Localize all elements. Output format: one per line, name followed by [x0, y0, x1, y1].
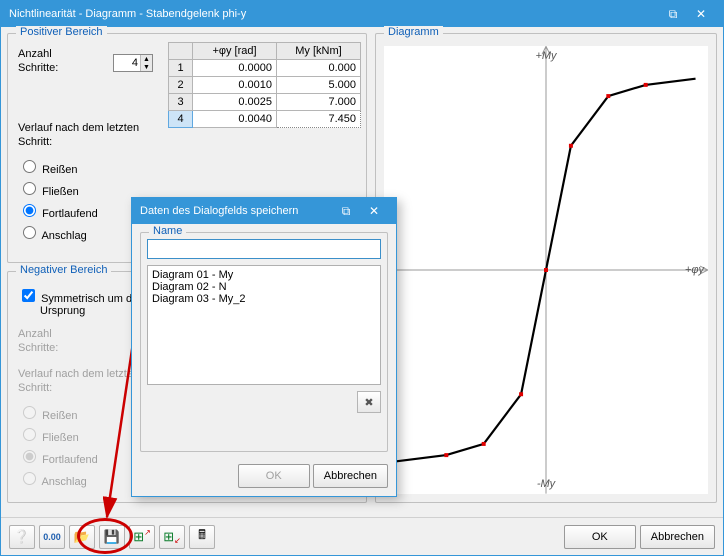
negative-legend: Negativer Bereich — [16, 264, 111, 276]
radio-reissen[interactable]: Reißen — [18, 157, 98, 176]
format-button[interactable]: 0.00 — [39, 525, 65, 549]
list-item[interactable]: Diagram 02 - N — [152, 281, 376, 293]
radio-fliessen-neg: Fließen — [18, 425, 98, 444]
verlauf-neg-1: Verlauf nach dem letzten — [18, 368, 139, 380]
dialog-name-list[interactable]: Diagram 01 - My Diagram 02 - N Diagram 0… — [147, 265, 381, 385]
dialog-name-input[interactable] — [147, 239, 381, 259]
save-button[interactable]: 💾 — [99, 525, 125, 549]
list-item[interactable]: Diagram 03 - My_2 — [152, 293, 376, 305]
diagram-group: Diagramm +My -My +φy — [375, 33, 717, 503]
schritte-label: Schritte: — [18, 62, 58, 74]
main-titlebar: Nichtlinearität - Diagramm - Stabendgele… — [1, 1, 723, 27]
ok-button[interactable]: OK — [564, 525, 636, 549]
main-window: Nichtlinearität - Diagramm - Stabendgele… — [0, 0, 724, 556]
tail-radio-group-neg: Reißen Fließen Fortlaufend Anschlag — [18, 400, 98, 491]
radio-fliessen[interactable]: Fließen — [18, 179, 98, 198]
verlauf-neg-2: Schritt: — [18, 382, 52, 394]
verlauf-label-2: Schritt: — [18, 136, 52, 148]
diagram-chart: +My -My +φy — [384, 46, 708, 494]
dialog-name-group: Name Diagram 01 - My Diagram 02 - N Diag… — [140, 232, 388, 452]
dialog-title: Daten des Dialogfelds speichern — [140, 205, 298, 217]
spin-up-icon[interactable]: ▲ — [140, 55, 152, 63]
save-dialog: Daten des Dialogfelds speichern ⧉ ✕ Name… — [131, 197, 397, 497]
radio-anschlag-neg: Anschlag — [18, 469, 98, 488]
tail-radio-group: Reißen Fließen Fortlaufend Anschlag — [18, 154, 98, 245]
dialog-name-legend: Name — [149, 225, 186, 237]
schritte-label-neg: Schritte: — [18, 342, 58, 354]
th-m: My [kNm] — [277, 43, 361, 60]
excel-import-button[interactable]: ⊞↙ — [159, 525, 185, 549]
table-row[interactable]: 30.00257.000 — [169, 94, 361, 111]
radio-anschlag[interactable]: Anschlag — [18, 223, 98, 242]
steps-spinner[interactable]: ▲▼ — [113, 54, 153, 72]
axis-my-plus-label: +My — [535, 50, 556, 62]
steps-input[interactable] — [114, 55, 140, 71]
axis-my-minus-label: -My — [537, 478, 555, 490]
anzahl-label-neg: Anzahl — [18, 328, 52, 340]
dialog-restore-icon[interactable]: ⧉ — [332, 201, 360, 221]
data-table: +φy [rad] My [kNm] 10.00000.000 20.00105… — [168, 42, 361, 128]
axis-phi-label: +φy — [685, 264, 704, 276]
chart-svg — [384, 46, 708, 494]
radio-reissen-neg: Reißen — [18, 403, 98, 422]
diagram-legend: Diagramm — [384, 26, 443, 38]
dialog-close-icon[interactable]: ✕ — [360, 201, 388, 221]
help-button[interactable]: ❔ — [9, 525, 35, 549]
restore-icon[interactable]: ⧉ — [659, 4, 687, 24]
verlauf-label-1: Verlauf nach dem letzten — [18, 122, 139, 134]
excel-export-button[interactable]: ⊞↗ — [129, 525, 155, 549]
footer-toolbar: ❔ 0.00 📂 💾 ⊞↗ ⊞↙ 🖩 OK Abbrechen — [1, 517, 723, 555]
dialog-delete-button[interactable]: ✖ — [357, 391, 381, 413]
table-row[interactable]: 10.00000.000 — [169, 60, 361, 77]
window-title: Nichtlinearität - Diagramm - Stabendgele… — [9, 8, 246, 20]
table-row-selected[interactable]: 40.00407.450 — [169, 111, 361, 128]
calc-button[interactable]: 🖩 — [189, 525, 215, 549]
close-icon[interactable]: ✕ — [687, 4, 715, 24]
open-button[interactable]: 📂 — [69, 525, 95, 549]
spin-down-icon[interactable]: ▼ — [140, 63, 152, 71]
dialog-ok-button[interactable]: OK — [238, 464, 310, 488]
table-row[interactable]: 20.00105.000 — [169, 77, 361, 94]
list-item[interactable]: Diagram 01 - My — [152, 269, 376, 281]
cancel-button[interactable]: Abbrechen — [640, 525, 715, 549]
th-empty — [169, 43, 193, 60]
radio-fortlaufend-neg: Fortlaufend — [18, 447, 98, 466]
th-phi: +φy [rad] — [193, 43, 277, 60]
positive-legend: Positiver Bereich — [16, 26, 107, 38]
dialog-cancel-button[interactable]: Abbrechen — [313, 464, 388, 488]
symmetric-checkbox[interactable]: Symmetrisch um den Ursprung — [18, 286, 144, 317]
dialog-titlebar: Daten des Dialogfelds speichern ⧉ ✕ — [132, 198, 396, 224]
radio-fortlaufend[interactable]: Fortlaufend — [18, 201, 98, 220]
anzahl-label: Anzahl — [18, 48, 52, 60]
